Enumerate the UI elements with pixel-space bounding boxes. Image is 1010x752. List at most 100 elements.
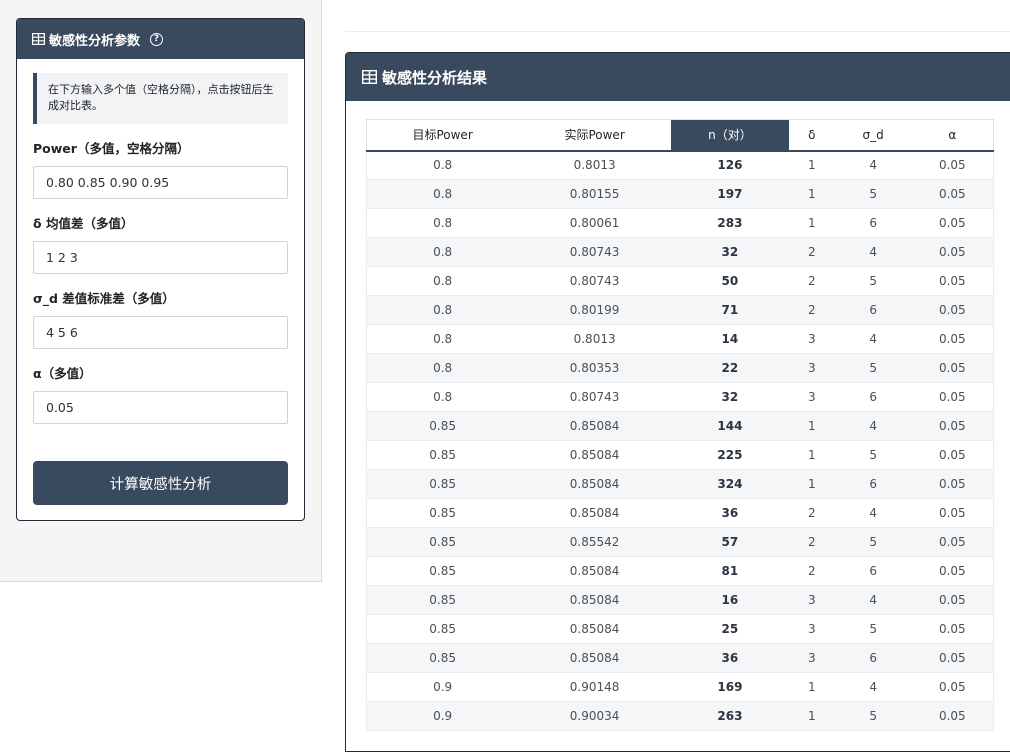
table-row: 0.8 0.8013 14 3 4 0.05 bbox=[366, 324, 994, 354]
table-cell: 2 bbox=[788, 498, 835, 528]
table-row: 0.8 0.80743 32 3 6 0.05 bbox=[366, 382, 994, 412]
table-cell: 4 bbox=[834, 150, 912, 180]
table-cell: 197 bbox=[671, 179, 789, 209]
table-cell: 2 bbox=[788, 295, 835, 325]
table-cell: 1 bbox=[788, 469, 835, 499]
table-row: 0.85 0.85084 81 2 6 0.05 bbox=[366, 556, 994, 586]
table-cell: 0.85084 bbox=[518, 411, 671, 441]
table-row: 0.85 0.85084 25 3 5 0.05 bbox=[366, 614, 994, 644]
delta-field-label: δ 均值差（多值） bbox=[33, 216, 134, 231]
alpha-field-label: α（多值） bbox=[33, 366, 92, 381]
table-row: 0.85 0.85542 57 2 5 0.05 bbox=[366, 527, 994, 557]
column-header[interactable]: α bbox=[911, 119, 994, 152]
table-cell: 5 bbox=[834, 614, 912, 644]
table-cell: 0.85 bbox=[366, 585, 519, 615]
table-cell: 6 bbox=[834, 295, 912, 325]
table-cell: 0.85084 bbox=[518, 585, 671, 615]
table-cell: 0.05 bbox=[911, 353, 994, 383]
top-divider bbox=[345, 31, 1010, 32]
table-cell: 1 bbox=[788, 150, 835, 180]
table-cell: 0.8 bbox=[366, 324, 519, 354]
sigma-input[interactable] bbox=[33, 316, 288, 349]
question-circle-icon[interactable]: ? bbox=[150, 32, 164, 46]
table-cell: 6 bbox=[834, 208, 912, 238]
table-cell: 0.85 bbox=[366, 411, 519, 441]
table-cell: 0.85 bbox=[366, 556, 519, 586]
table-cell: 32 bbox=[671, 382, 789, 412]
table-cell: 57 bbox=[671, 527, 789, 557]
table-cell: 1 bbox=[788, 208, 835, 238]
calculate-sensitivity-button[interactable]: 计算敏感性分析 bbox=[33, 461, 288, 505]
table-cell: 6 bbox=[834, 556, 912, 586]
table-cell: 5 bbox=[834, 527, 912, 557]
column-header[interactable]: 目标Power bbox=[366, 119, 519, 152]
table-cell: 0.85084 bbox=[518, 469, 671, 499]
table-cell: 0.8 bbox=[366, 179, 519, 209]
table-cell: 0.05 bbox=[911, 266, 994, 296]
table-cell: 0.80353 bbox=[518, 353, 671, 383]
table-cell: 0.85084 bbox=[518, 643, 671, 673]
table-cell: 4 bbox=[834, 498, 912, 528]
table-row: 0.85 0.85084 36 3 6 0.05 bbox=[366, 643, 994, 673]
table-row: 0.85 0.85084 16 3 4 0.05 bbox=[366, 585, 994, 615]
table-cell: 0.05 bbox=[911, 208, 994, 238]
table-cell: 0.05 bbox=[911, 150, 994, 180]
table-cell: 0.05 bbox=[911, 237, 994, 267]
table-cell: 5 bbox=[834, 266, 912, 296]
table-cell: 16 bbox=[671, 585, 789, 615]
table-cell: 0.85 bbox=[366, 498, 519, 528]
table-cell: 0.80155 bbox=[518, 179, 671, 209]
delta-input[interactable] bbox=[33, 241, 288, 274]
table-cell: 0.80743 bbox=[518, 382, 671, 412]
table-cell: 0.8013 bbox=[518, 324, 671, 354]
table-row: 0.85 0.85084 144 1 4 0.05 bbox=[366, 411, 994, 441]
table-cell: 0.8 bbox=[366, 295, 519, 325]
column-header[interactable]: σ_d bbox=[834, 119, 912, 152]
table-cell: 1 bbox=[788, 411, 835, 441]
column-header[interactable]: δ bbox=[788, 119, 835, 152]
table-cell: 1 bbox=[788, 701, 835, 731]
power-input[interactable] bbox=[33, 166, 288, 199]
table-cell: 6 bbox=[834, 469, 912, 499]
table-cell: 2 bbox=[788, 527, 835, 557]
table-cell: 3 bbox=[788, 643, 835, 673]
table-cell: 1 bbox=[788, 672, 835, 702]
table-cell: 0.85 bbox=[366, 643, 519, 673]
table-cell: 0.05 bbox=[911, 295, 994, 325]
sigma-field-label: σ_d 差值标准差（多值） bbox=[33, 291, 175, 306]
table-cell: 0.85 bbox=[366, 469, 519, 499]
sidebar-panel: 敏感性分析参数 ? 在下方输入多个值（空格分隔），点击按钮后生成对比表。 Pow… bbox=[0, 0, 322, 582]
alpha-input[interactable] bbox=[33, 391, 288, 424]
table-cell: 0.05 bbox=[911, 498, 994, 528]
table-cell: 22 bbox=[671, 353, 789, 383]
table-cell: 0.90034 bbox=[518, 701, 671, 731]
table-row: 0.8 0.80353 22 3 5 0.05 bbox=[366, 353, 994, 383]
column-header[interactable]: 实际Power bbox=[518, 119, 671, 152]
table-row: 0.8 0.80199 71 2 6 0.05 bbox=[366, 295, 994, 325]
table-row: 0.8 0.80743 32 2 4 0.05 bbox=[366, 237, 994, 267]
table-cell: 0.05 bbox=[911, 614, 994, 644]
table-cell: 0.8 bbox=[366, 353, 519, 383]
table-cell: 0.8 bbox=[366, 150, 519, 180]
table-cell: 0.80061 bbox=[518, 208, 671, 238]
table-cell: 0.05 bbox=[911, 643, 994, 673]
table-cell: 14 bbox=[671, 324, 789, 354]
table-cell: 0.05 bbox=[911, 469, 994, 499]
table-cell: 36 bbox=[671, 643, 789, 673]
table-row: 0.85 0.85084 225 1 5 0.05 bbox=[366, 440, 994, 470]
table-header-row: 目标Power 实际Power n（对） δ σ_d α bbox=[366, 119, 994, 152]
table-cell: 0.05 bbox=[911, 440, 994, 470]
table-cell: 50 bbox=[671, 266, 789, 296]
table-row: 0.9 0.90148 169 1 4 0.05 bbox=[366, 672, 994, 702]
table-cell: 0.80743 bbox=[518, 237, 671, 267]
table-cell: 0.05 bbox=[911, 527, 994, 557]
table-row: 0.85 0.85084 324 1 6 0.05 bbox=[366, 469, 994, 499]
column-header[interactable]: n（对） bbox=[671, 119, 789, 152]
table-grid-icon bbox=[362, 70, 377, 84]
table-body: 0.8 0.8013 126 1 4 0.05 0.8 0.80155 197 1 5 0.05 0.8… bbox=[366, 150, 994, 731]
table-cell: 0.05 bbox=[911, 179, 994, 209]
table-row: 0.8 0.80743 50 2 5 0.05 bbox=[366, 266, 994, 296]
table-cell: 4 bbox=[834, 672, 912, 702]
table-cell: 4 bbox=[834, 585, 912, 615]
table-cell: 3 bbox=[788, 353, 835, 383]
